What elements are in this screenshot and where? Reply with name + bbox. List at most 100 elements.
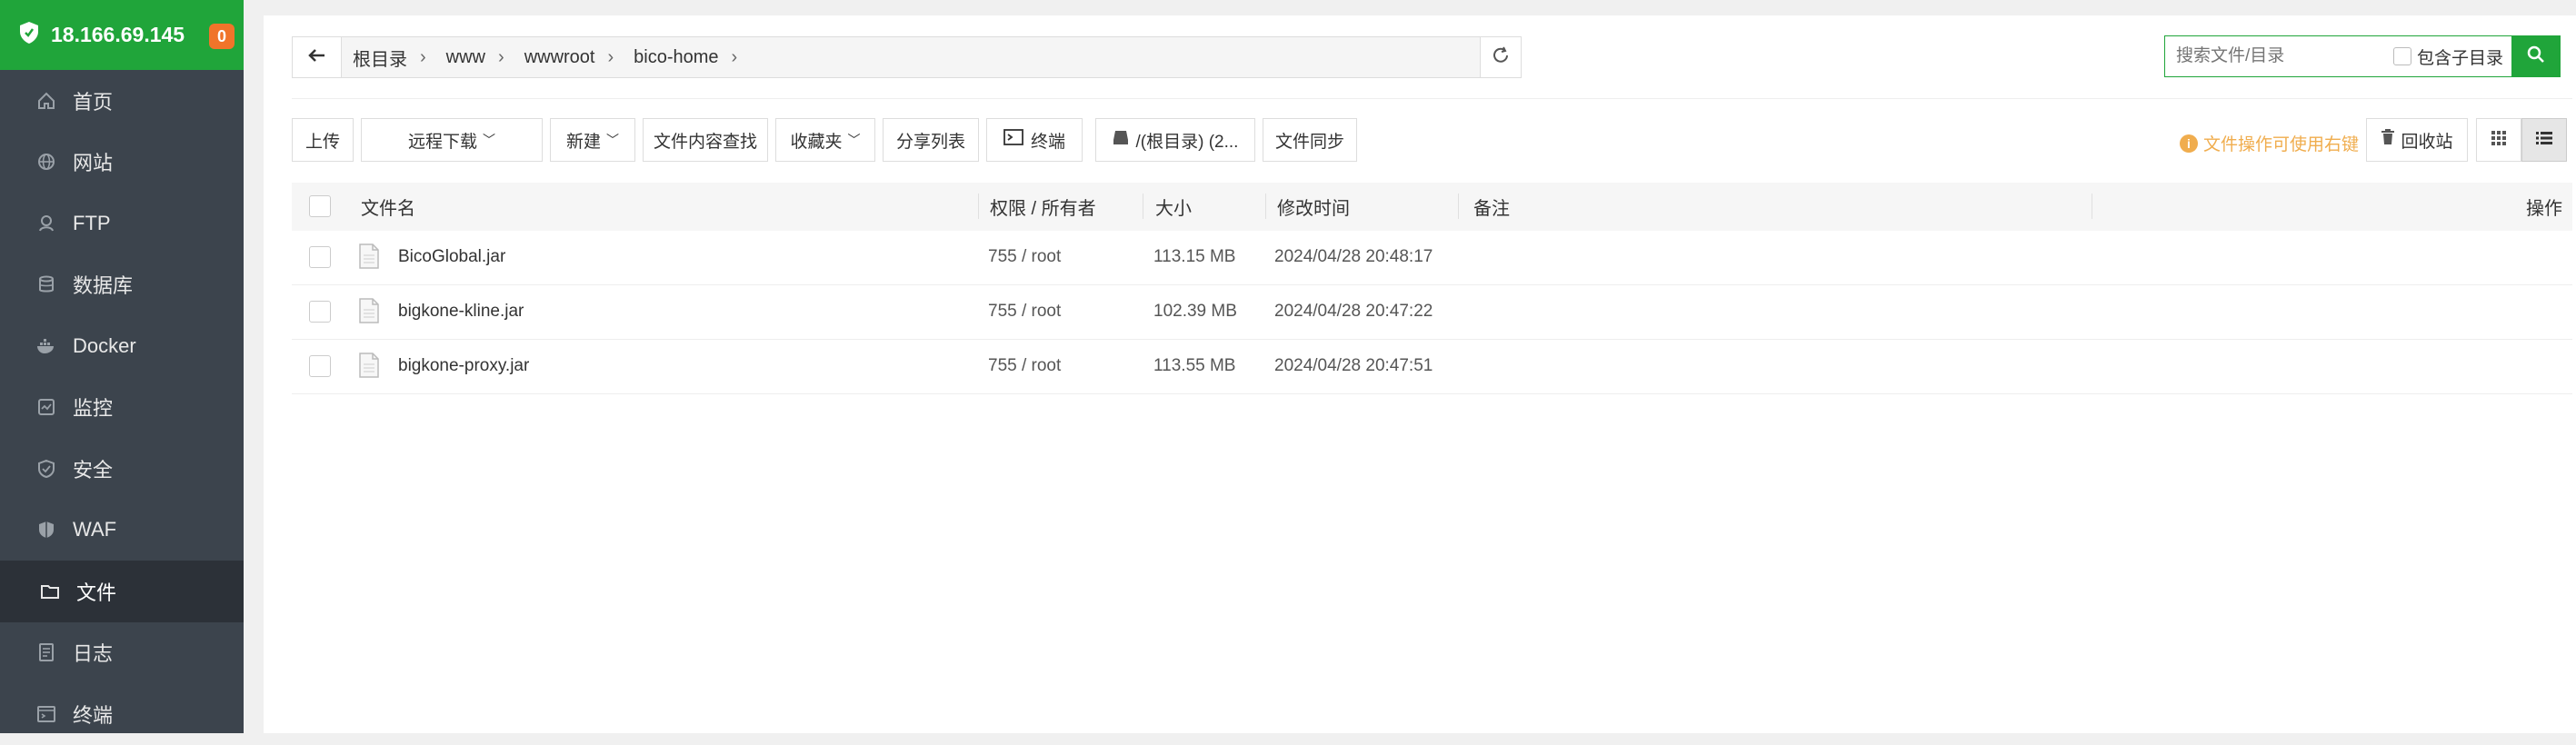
- sidebar-item-docker[interactable]: Docker: [0, 315, 244, 377]
- file-permission[interactable]: 755 / root: [988, 247, 1061, 267]
- button-label: 远程下载: [407, 132, 477, 152]
- row-checkbox[interactable]: [309, 355, 331, 377]
- globe-icon: [35, 150, 58, 174]
- sidebar-item-monitor[interactable]: 监控: [0, 377, 244, 439]
- include-subdir-label: 包含子目录: [2417, 48, 2504, 68]
- sidebar-item-label: 安全: [73, 458, 114, 482]
- remote-download-button[interactable]: 远程下载 ﹀: [361, 118, 543, 162]
- new-button[interactable]: 新建 ﹀: [550, 118, 635, 162]
- refresh-icon: [1491, 45, 1511, 70]
- file-permission[interactable]: 755 / root: [988, 356, 1061, 376]
- header-permission[interactable]: 权限 / 所有者: [990, 194, 1096, 220]
- list-view-button[interactable]: [2521, 118, 2567, 162]
- grid-view-button[interactable]: [2476, 118, 2521, 162]
- chevron-right-icon: ›: [607, 46, 614, 67]
- file-name[interactable]: BicoGlobal.jar: [398, 247, 505, 267]
- header-divider: [292, 98, 2572, 99]
- row-checkbox[interactable]: [309, 246, 331, 268]
- disk-button[interactable]: /(根目录) (2...: [1095, 118, 1255, 162]
- right-click-tip: i 文件操作可使用右键: [2180, 131, 2359, 155]
- list-icon: [2536, 131, 2552, 150]
- home-icon: [35, 89, 58, 113]
- button-label: 回收站: [2401, 132, 2453, 152]
- include-subdir-toggle[interactable]: 包含子目录: [2393, 35, 2511, 77]
- sidebar-item-website[interactable]: 网站: [0, 132, 244, 194]
- table-row[interactable]: BicoGlobal.jar 755 / root 113.15 MB 2024…: [292, 231, 2572, 285]
- sidebar-item-home[interactable]: 首页: [0, 70, 244, 132]
- crumb-label: bico-home: [634, 46, 719, 67]
- select-all-checkbox[interactable]: [309, 195, 331, 217]
- database-icon: [35, 273, 58, 296]
- button-label: 新建: [565, 132, 601, 152]
- sidebar-item-label: 日志: [73, 642, 114, 666]
- sidebar-item-label: 数据库: [73, 274, 134, 298]
- file-name[interactable]: bigkone-proxy.jar: [398, 356, 529, 376]
- recycle-bin-button[interactable]: 回收站: [2366, 118, 2468, 162]
- content-search-button[interactable]: 文件内容查找: [643, 118, 768, 162]
- crumb-label: www: [445, 46, 486, 67]
- shield-icon: [35, 457, 58, 481]
- favorites-button[interactable]: 收藏夹 ﹀: [775, 118, 875, 162]
- ftp-icon: [35, 212, 58, 235]
- sidebar-item-logs[interactable]: 日志: [0, 622, 244, 684]
- notification-badge[interactable]: 0: [209, 24, 235, 49]
- crumb-label: 根目录: [353, 49, 407, 70]
- file-sync-button[interactable]: 文件同步: [1263, 118, 1357, 162]
- share-list-button[interactable]: 分享列表: [883, 118, 979, 162]
- include-subdir-checkbox[interactable]: [2393, 47, 2411, 65]
- back-button[interactable]: [293, 37, 342, 77]
- sidebar-item-label: WAF: [73, 518, 117, 541]
- file-modified: 2024/04/28 20:47:51: [1274, 356, 1433, 375]
- header-operations: 操作: [2526, 199, 2562, 219]
- file-modified: 2024/04/28 20:47:22: [1274, 302, 1433, 321]
- sidebar-item-label: 网站: [73, 152, 114, 175]
- chevron-right-icon: ›: [420, 46, 426, 67]
- sidebar-item-ftp[interactable]: FTP: [0, 193, 244, 254]
- sidebar-item-label: FTP: [73, 211, 111, 234]
- disk-icon: [1113, 129, 1129, 151]
- table-row[interactable]: bigkone-proxy.jar 755 / root 113.55 MB 2…: [292, 340, 2572, 394]
- search-icon: [2526, 45, 2546, 69]
- sidebar-item-terminal[interactable]: 终端: [0, 683, 244, 745]
- header-note: 备注: [1473, 199, 1510, 219]
- sidebar-item-label: Docker: [73, 333, 136, 357]
- monitor-icon: [35, 395, 58, 419]
- file-table-header: 文件名 权限 / 所有者 大小 修改时间 备注 操作: [292, 183, 2572, 231]
- breadcrumb-wwwroot[interactable]: wwwroot ›: [524, 47, 614, 68]
- log-icon: [35, 641, 58, 664]
- folder-icon: [38, 580, 62, 603]
- tip-text: 文件操作可使用右键: [2203, 135, 2360, 154]
- button-label: /(根目录) (2...: [1135, 132, 1239, 152]
- refresh-button[interactable]: [1480, 36, 1522, 78]
- sidebar-item-label: 首页: [73, 90, 114, 114]
- path-bar[interactable]: 根目录 › www › wwwroot › bico-home ›: [292, 36, 1519, 78]
- terminal-button[interactable]: 终端: [986, 118, 1083, 162]
- info-icon: i: [2180, 134, 2198, 153]
- breadcrumb-bico-home[interactable]: bico-home ›: [634, 47, 737, 68]
- row-checkbox[interactable]: [309, 301, 331, 323]
- breadcrumb-root[interactable]: 根目录 ›: [353, 45, 426, 71]
- header-size[interactable]: 大小: [1155, 194, 1192, 220]
- file-icon: [359, 243, 379, 274]
- sidebar-item-database[interactable]: 数据库: [0, 254, 244, 316]
- file-permission[interactable]: 755 / root: [988, 302, 1061, 322]
- header-modified[interactable]: 修改时间: [1277, 194, 1350, 220]
- file-name[interactable]: bigkone-kline.jar: [398, 302, 524, 322]
- sidebar-item-files[interactable]: 文件: [0, 561, 244, 622]
- search-button[interactable]: [2511, 35, 2561, 77]
- table-row[interactable]: bigkone-kline.jar 755 / root 102.39 MB 2…: [292, 285, 2572, 340]
- sidebar-item-security[interactable]: 安全: [0, 438, 244, 500]
- file-size: 113.55 MB: [1153, 356, 1236, 375]
- sidebar-item-waf[interactable]: WAF: [0, 500, 244, 561]
- header-filename[interactable]: 文件名: [361, 194, 415, 220]
- sidebar-item-label: 监控: [73, 397, 114, 421]
- chevron-down-icon: ﹀: [483, 133, 495, 147]
- trash-icon: [2381, 129, 2395, 151]
- button-label: 终端: [1030, 132, 1065, 152]
- server-header[interactable]: 18.166.69.145 0: [0, 0, 244, 70]
- file-icon: [359, 298, 379, 329]
- breadcrumb-www[interactable]: www ›: [446, 47, 504, 68]
- upload-button[interactable]: 上传: [292, 118, 354, 162]
- sidebar-item-label: 终端: [73, 703, 114, 727]
- search-input[interactable]: [2165, 46, 2383, 66]
